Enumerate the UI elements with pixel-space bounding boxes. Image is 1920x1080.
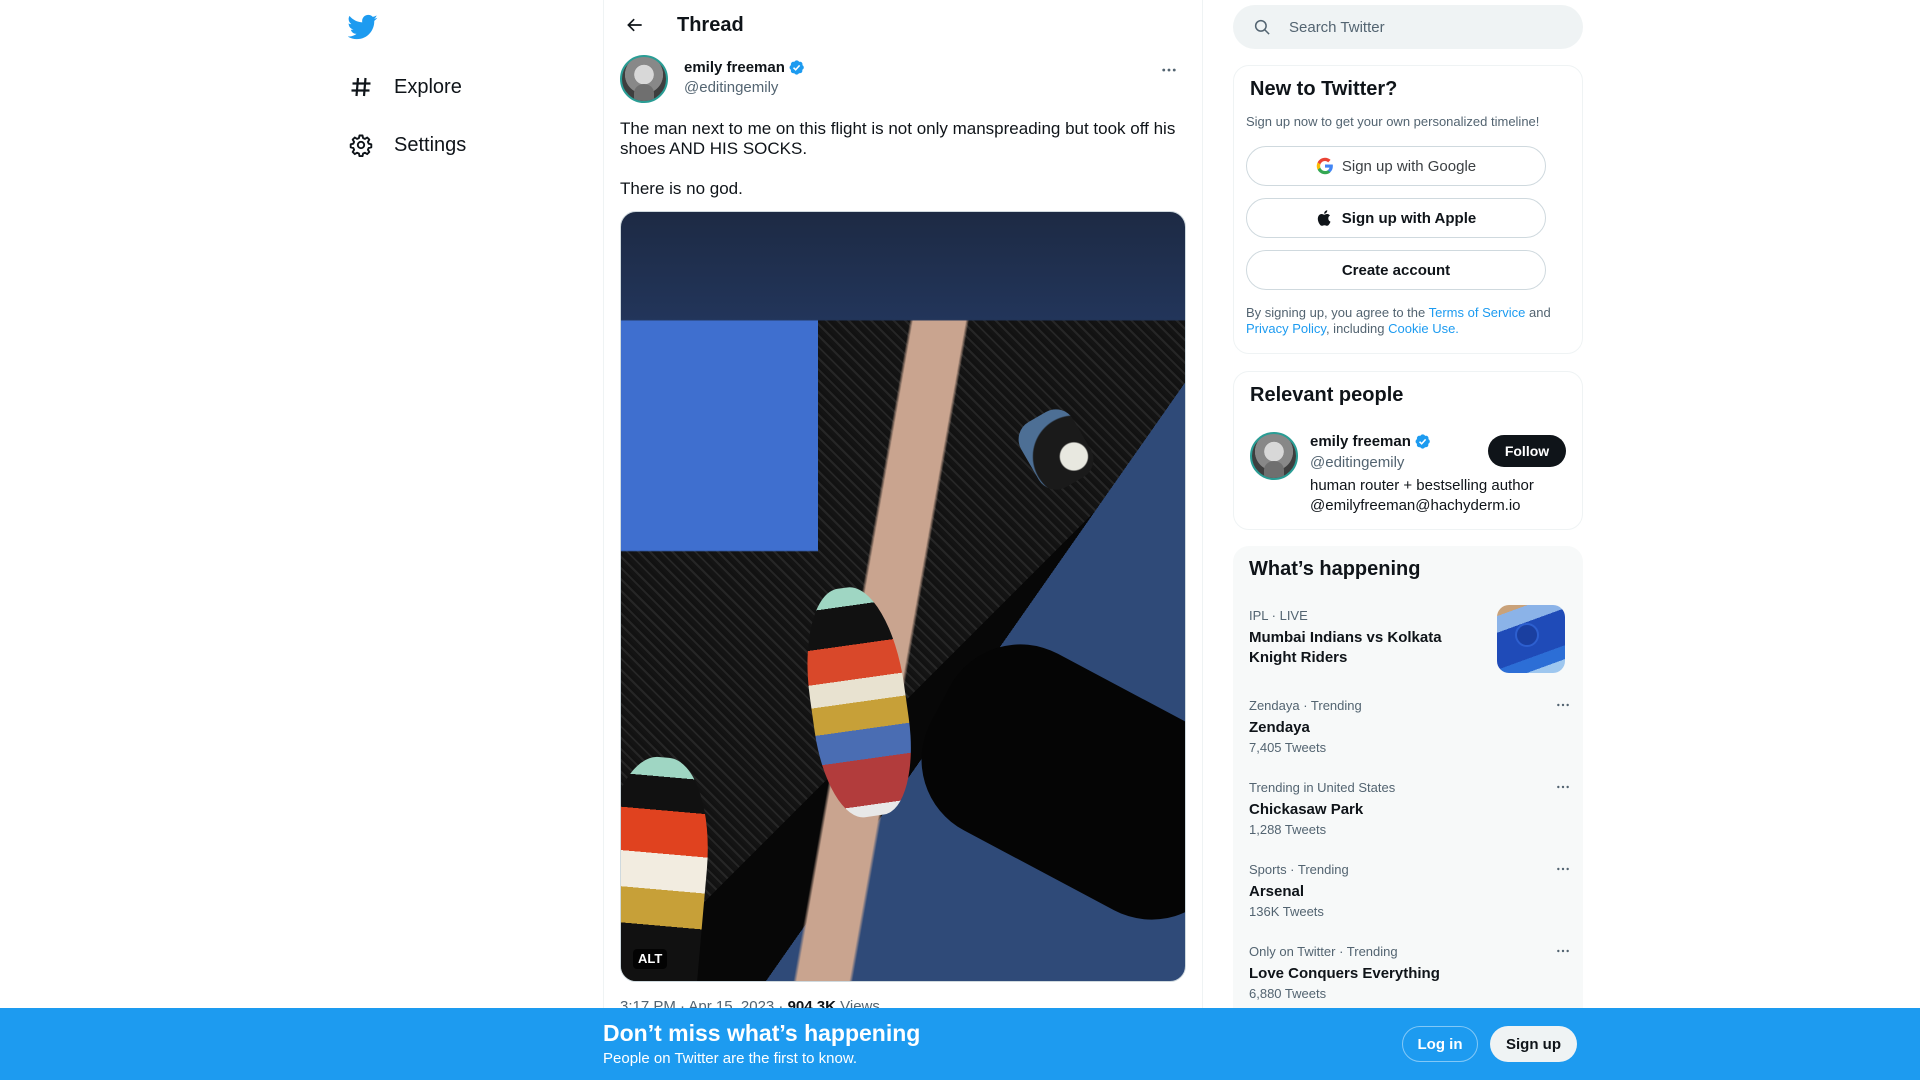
button-label: Sign up with Google [1341,157,1477,175]
trend-count: 1,288 Tweets [1249,822,1327,837]
trend-more-button[interactable] [1550,938,1576,964]
more-horizontal-icon [1557,703,1569,707]
trend-name: Love Conquers Everything [1249,965,1440,982]
nav-item-explore[interactable]: Explore [348,65,462,109]
card-subtitle: Sign up now to get your own personalized… [1246,114,1540,129]
signup-apple-button[interactable]: Sign up with Apple [1246,198,1546,238]
google-logo-icon [1316,157,1333,175]
login-button[interactable]: Log in [1402,1026,1478,1062]
banner-title: Don’t miss what’s happening [603,1020,921,1046]
photo-detail-leg [893,616,1185,948]
trend-more-button[interactable] [1550,774,1576,800]
back-button[interactable] [618,10,652,44]
verified-badge-icon [789,60,804,75]
trend-name: Mumbai Indians vs Kolkata Knight Riders [1249,629,1442,666]
person-name-row: emily freeman [1310,433,1431,450]
trend-item[interactable]: Zendaya · Trending Zendaya 7,405 Tweets [1233,698,1583,780]
trend-more-button[interactable] [1550,692,1576,718]
follow-button[interactable]: Follow [1488,435,1566,467]
tweet-paragraph: The man next to me on this flight is not… [620,119,1176,158]
thread-column: Thread emily freeman @editingemily The m… [603,0,1203,1080]
trend-count: 6,880 Tweets [1249,986,1327,1001]
photo-detail-bottle [1011,402,1101,497]
trend-item[interactable]: IPL · LIVE Mumbai Indians vs Kolkata Knig… [1233,605,1583,690]
relevant-people-card: Relevant people emily freeman @editingem… [1233,371,1583,530]
tweet-paragraph: There is no god. [620,179,743,198]
legal-text: , including [1325,321,1389,336]
cookie-use-link[interactable]: Cookie Use. [1388,321,1459,336]
legal-notice: By signing up, you agree to the Terms of… [1246,305,1576,337]
gear-icon [348,132,374,158]
author-handle[interactable]: @editingemily [684,79,778,96]
avatar[interactable] [620,55,668,103]
search-input[interactable] [1289,5,1569,49]
tweet-text: The man next to me on this flight is not… [620,119,1188,219]
more-horizontal-icon [1160,61,1178,84]
trend-name: Arsenal [1249,883,1305,900]
twitter-logo-icon[interactable] [347,12,378,42]
legal-text: and [1525,305,1551,320]
author-name[interactable]: emily freeman [684,59,785,76]
trend-context: Only on Twitter · Trending [1249,944,1398,959]
more-horizontal-icon [1557,867,1569,871]
trend-name: Zendaya [1249,719,1310,736]
card-title: Relevant people [1250,384,1404,406]
search-bar[interactable] [1233,5,1583,49]
terms-of-service-link[interactable]: Terms of Service [1429,305,1526,320]
banner-subtitle: People on Twitter are the first to know. [603,1050,858,1067]
bio-line: human router + bestselling author [1310,477,1534,494]
thread-header: Thread [604,0,1202,53]
bio-mastodon-link[interactable]: @emilyfreeman@hachyderm.io [1310,496,1534,516]
legal-text: By signing up, you agree to the [1246,305,1429,320]
trend-more-button[interactable] [1550,856,1576,882]
trend-count: 7,405 Tweets [1249,740,1327,755]
privacy-policy-link[interactable]: Privacy Policy [1246,321,1326,336]
new-to-twitter-card: New to Twitter? Sign up now to get your … [1233,65,1583,354]
hashtag-icon [348,74,374,100]
more-horizontal-icon [1557,949,1569,953]
signup-button[interactable]: Sign up [1490,1026,1577,1062]
nav-item-label: Explore [394,75,462,98]
card-title: New to Twitter? [1250,78,1398,100]
trend-name: Chickasaw Park [1249,801,1364,818]
nav-item-label: Settings [394,133,467,156]
alt-text-badge[interactable]: ALT [633,949,668,969]
photo-detail-shoe [621,752,717,981]
verified-badge-icon [1415,434,1430,449]
create-account-button[interactable]: Create account [1246,250,1546,290]
person-name[interactable]: emily freeman [1310,433,1411,450]
tweet-author: emily freeman @editingemily [620,55,1188,105]
more-horizontal-icon [1557,785,1569,789]
arrow-left-icon [625,15,645,40]
nav-item-settings[interactable]: Settings [348,123,466,167]
button-label: Create account [1341,261,1451,279]
person-bio: human router + bestselling author @emily… [1310,476,1534,516]
trend-item[interactable]: Trending in United States Chickasaw Park… [1233,780,1583,862]
button-label: Sign up with Apple [1341,209,1477,227]
card-title: What’s happening [1249,558,1421,580]
avatar[interactable] [1250,432,1298,480]
trend-context: Trending in United States [1249,780,1396,795]
signup-google-button[interactable]: Sign up with Google [1246,146,1546,186]
search-icon [1253,18,1271,36]
trend-context: Zendaya · Trending [1249,698,1362,713]
trend-context: IPL · LIVE [1249,608,1308,623]
author-name-row: emily freeman [684,59,805,76]
more-options-button[interactable] [1152,55,1186,89]
photo-detail-shoe [795,581,922,823]
tweet-photo[interactable]: ALT [620,211,1186,982]
whats-happening-card: What’s happening IPL · LIVE Mumbai India… [1233,546,1583,1080]
apple-logo-icon [1317,210,1331,226]
left-navigation: Explore Settings [340,0,603,1080]
trend-thumbnail [1497,605,1565,673]
trend-count: 136K Tweets [1249,904,1324,919]
trend-item[interactable]: Sports · Trending Arsenal 136K Tweets [1233,862,1583,944]
page-title: Thread [677,14,744,36]
signup-banner: Don’t miss what’s happening People on Tw… [0,1008,1920,1080]
person-handle[interactable]: @editingemily [1310,454,1404,471]
trend-context: Sports · Trending [1249,862,1349,877]
